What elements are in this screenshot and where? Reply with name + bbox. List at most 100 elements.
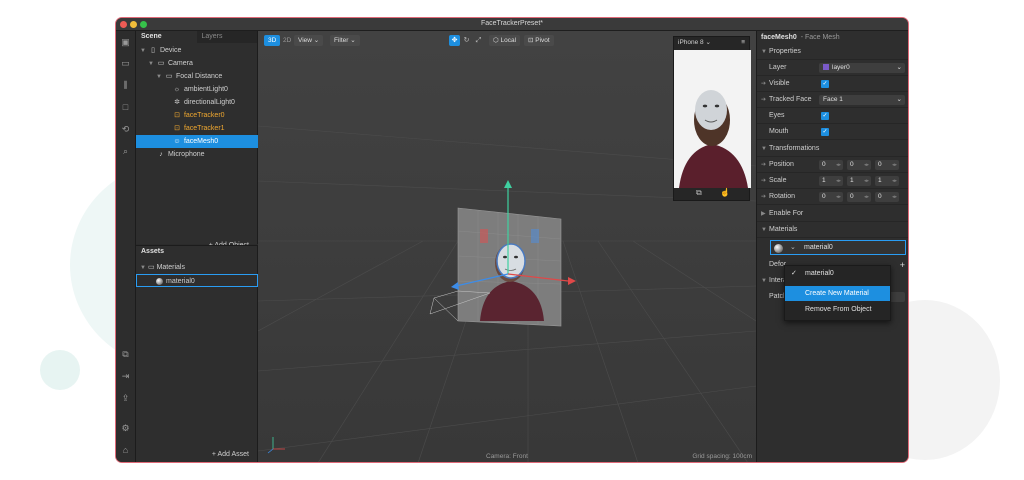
scale-y-field[interactable]: 1 ◂▸ <box>847 176 871 186</box>
import-icon[interactable]: ⧉ <box>120 349 131 360</box>
device-selector[interactable]: iPhone 8 ⌄ ≡ <box>674 37 749 48</box>
titlebar: FaceTrackerPreset* <box>116 18 908 31</box>
scene-panel: Scene Layers ▼ ▯ Device ▼ ▭ Camera ▼ ▭ Foca… <box>136 31 258 249</box>
chevron-down-icon: ▼ <box>761 49 767 55</box>
row-material-slot: ⌄ material0 <box>757 239 908 257</box>
cube-icon: ⬡ <box>493 37 499 44</box>
left-toolbar: ▣ ▭ ⫼ □ ⟲ ⌕ ⧉ ⇥ ⇪ ⚙ ⌂ <box>116 31 136 462</box>
material-dropdown-menu: ✓ material0 Create New Material Remove F… <box>784 265 891 321</box>
chevron-down-icon: ▼ <box>761 227 767 233</box>
device-icon: ▯ <box>151 47 155 54</box>
folder-icon: ▭ <box>148 264 155 271</box>
mode-3d-button[interactable]: 3D <box>264 35 281 46</box>
menu-item-create-new-material[interactable]: Create New Material <box>785 286 890 301</box>
pivot-button[interactable]: ⊡ Pivot <box>524 35 554 46</box>
keyframe-icon[interactable]: ➔ <box>761 173 766 189</box>
layer-dropdown[interactable]: layer0 ⌄ <box>819 63 905 73</box>
row-scale: ➔ Scale 1 ◂▸ 1 ◂▸ 1 ◂▸ <box>757 173 908 189</box>
rotation-z-field[interactable]: 0 ◂▸ <box>875 192 899 202</box>
video-icon[interactable]: ▭ <box>120 58 131 69</box>
position-z-field[interactable]: 0 ◂▸ <box>875 160 899 170</box>
menu-icon[interactable]: ≡ <box>741 37 745 48</box>
inspector-panel: faceMesh0 - Face Mesh ▼ Properties Layer… <box>756 31 908 462</box>
keyframe-icon[interactable]: ➔ <box>761 92 766 108</box>
tab-scene[interactable]: Scene <box>136 31 197 43</box>
chevron-down-icon: ⌄ <box>313 37 320 44</box>
view-menu-button[interactable]: View ⌄ <box>294 35 324 46</box>
scale-z-field[interactable]: 1 ◂▸ <box>875 176 899 186</box>
grid-spacing-label: Grid spacing: 100cm <box>692 453 752 460</box>
tree-item-focal-distance[interactable]: ▼ ▭ Focal Distance <box>136 70 258 83</box>
mode-2d-button[interactable]: 2D <box>279 35 295 46</box>
asset-folder-materials[interactable]: ▼ ▭ Materials <box>136 261 258 274</box>
scale-tool-icon[interactable]: ⤢ <box>473 35 484 46</box>
square-icon[interactable]: □ <box>120 102 131 113</box>
chevron-down-icon[interactable]: ⌄ <box>790 241 796 254</box>
tracked-face-dropdown[interactable]: Face 1 ⌄ <box>819 95 905 105</box>
section-transformations[interactable]: ▼ Transformations <box>757 141 908 157</box>
touch-icon[interactable]: ☝ <box>720 188 730 197</box>
directional-light-icon: ✲ <box>174 99 180 106</box>
scale-x-field[interactable]: 1 ◂▸ <box>819 176 843 186</box>
section-properties[interactable]: ▼ Properties <box>757 44 908 60</box>
chevron-right-icon: ▶ <box>761 211 766 217</box>
rotate-tool-icon[interactable]: ↻ <box>461 35 472 46</box>
face-tracker-icon: ⊡ <box>174 112 180 119</box>
material-slot-field[interactable]: ⌄ material0 <box>770 240 906 255</box>
assets-panel: Assets ▼ ▭ Materials material0 + Add Asse… <box>136 245 258 462</box>
search-icon[interactable]: ⌕ <box>120 146 131 157</box>
tree-item-facetracker0[interactable]: ⊡ faceTracker0 <box>136 109 258 122</box>
keyframe-icon[interactable]: ➔ <box>761 157 766 173</box>
menu-item-remove-from-object[interactable]: Remove From Object <box>785 302 890 317</box>
filter-menu-button[interactable]: Filter ⌄ <box>330 35 360 46</box>
asset-item-material0[interactable]: material0 <box>136 274 258 287</box>
add-asset-button[interactable]: + Add Asset <box>212 451 249 458</box>
row-mouth: Mouth ✓ <box>757 124 908 140</box>
eyes-checkbox[interactable]: ✓ <box>821 112 829 120</box>
upload-icon[interactable]: ⇪ <box>120 393 131 404</box>
rotation-x-field[interactable]: 0 ◂▸ <box>819 192 843 202</box>
position-x-field[interactable]: 0 ◂▸ <box>819 160 843 170</box>
preview-image <box>674 50 751 188</box>
tree-item-ambientlight0[interactable]: ☼ ambientLight0 <box>136 83 258 96</box>
tree-item-facemesh0[interactable]: ☺ faceMesh0 <box>136 135 258 148</box>
row-visible: ➔ Visible ✓ <box>757 76 908 92</box>
rotation-y-field[interactable]: 0 ◂▸ <box>847 192 871 202</box>
tree-item-microphone[interactable]: ♪ Microphone <box>136 148 258 161</box>
tab-layers[interactable]: Layers <box>196 31 257 43</box>
device-preview: iPhone 8 ⌄ ≡ ⧉ ☝ <box>673 36 751 201</box>
settings-icon[interactable]: ⚙ <box>120 423 131 434</box>
move-tool-icon[interactable]: ✥ <box>449 35 460 46</box>
add-icon[interactable]: + <box>900 257 905 273</box>
mouth-checkbox[interactable]: ✓ <box>821 128 829 136</box>
tree-item-directionallight0[interactable]: ✲ directionalLight0 <box>136 96 258 109</box>
notifications-icon[interactable]: ⌂ <box>120 445 131 456</box>
chevron-down-icon: ⌄ <box>896 64 902 71</box>
face-preview-graphic <box>674 50 751 188</box>
camera-switch-icon[interactable]: ⧉ <box>696 188 702 198</box>
scene-viewport[interactable]: 3D 2D View ⌄ Filter ⌄ ✥ ↻ ⤢ ⬡ Local ⊡ Pi… <box>258 31 756 462</box>
row-position: ➔ Position 0 ◂▸ 0 ◂▸ 0 ◂▸ <box>757 157 908 173</box>
tree-item-facetracker1[interactable]: ⊡ faceTracker1 <box>136 122 258 135</box>
section-materials[interactable]: ▼ Materials <box>757 222 908 238</box>
keyframe-icon[interactable]: ➔ <box>761 189 766 205</box>
tree-item-device[interactable]: ▼ ▯ Device <box>136 44 258 57</box>
section-enable-for[interactable]: ▶ Enable For <box>757 206 908 222</box>
chevron-down-icon: ⌄ <box>705 39 711 46</box>
chevron-down-icon: ⌄ <box>350 37 356 44</box>
microphone-icon: ♪ <box>159 151 163 158</box>
position-y-field[interactable]: 0 ◂▸ <box>847 160 871 170</box>
focal-icon: ▭ <box>165 73 173 80</box>
menu-item-material0[interactable]: ✓ material0 <box>785 266 890 281</box>
layout-icon[interactable]: ▣ <box>120 37 131 48</box>
camera-icon: ▭ <box>157 60 165 67</box>
login-icon[interactable]: ⇥ <box>120 371 131 382</box>
tree-item-camera[interactable]: ▼ ▭ Camera <box>136 57 258 70</box>
columns-icon[interactable]: ⫼ <box>120 80 131 91</box>
local-space-button[interactable]: ⬡ Local <box>489 35 521 46</box>
keyframe-icon[interactable]: ➔ <box>761 76 766 92</box>
visible-checkbox[interactable]: ✓ <box>821 80 829 88</box>
refresh-icon[interactable]: ⟲ <box>120 124 131 135</box>
chevron-down-icon: ▼ <box>761 146 767 152</box>
material-sphere-icon <box>156 277 163 285</box>
